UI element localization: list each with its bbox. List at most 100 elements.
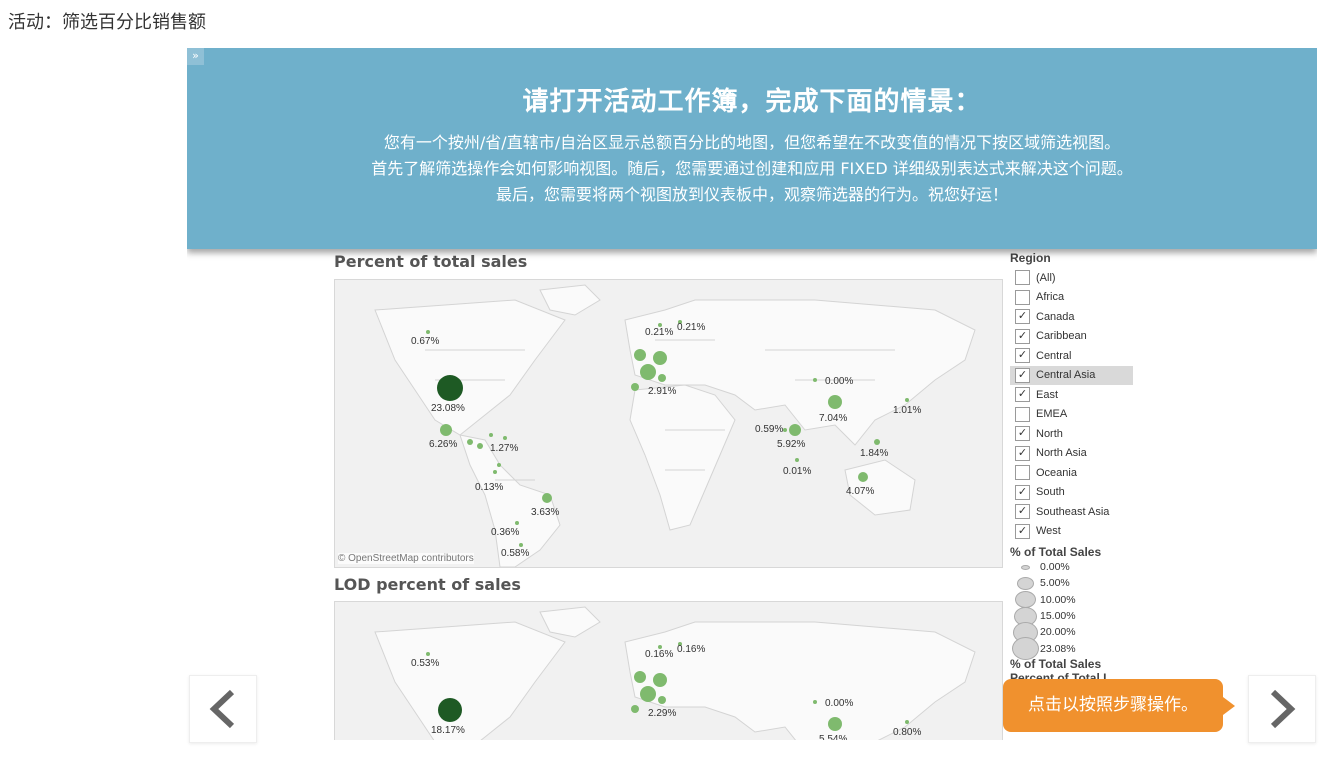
legend-label: 10.00% — [1040, 593, 1076, 606]
region-filter-label: EMEA — [1036, 408, 1068, 421]
map-mark[interactable] — [542, 493, 552, 503]
map-mark[interactable] — [905, 720, 909, 724]
map-mark-label: 0.53% — [411, 658, 439, 669]
checkbox[interactable]: ✓ — [1015, 348, 1030, 364]
checkbox[interactable] — [1015, 406, 1030, 422]
next-button[interactable] — [1248, 675, 1316, 743]
map-mark[interactable] — [503, 436, 507, 440]
map-mark[interactable] — [640, 364, 656, 380]
map-mark[interactable] — [653, 351, 667, 365]
map-mark[interactable] — [631, 383, 639, 391]
region-filter-item[interactable]: EMEA — [1010, 405, 1133, 425]
prev-button[interactable] — [189, 675, 257, 743]
map-mark-label: 0.13% — [475, 482, 503, 493]
region-filter-item[interactable]: ✓ South — [1010, 483, 1133, 503]
map-mark[interactable] — [905, 398, 909, 402]
region-filter-item[interactable]: ✓ West — [1010, 522, 1133, 542]
map-mark[interactable] — [828, 395, 842, 409]
activity-stage: » 请打开活动工作簿，完成下面的情景： 您有一个按州/省/直辖市/自治区显示总额… — [187, 48, 1317, 740]
map-mark[interactable] — [477, 443, 483, 449]
checkbox[interactable]: ✓ — [1015, 309, 1030, 325]
tableau-dashboard: Percent of total sales 0.21% 0.21% 0.67% 2.… — [187, 249, 1317, 740]
map-mark-label: 0.16% — [677, 644, 705, 655]
region-filter-item[interactable]: ✓ North — [1010, 424, 1133, 444]
region-filter-item[interactable]: Oceania — [1010, 463, 1133, 483]
region-filter-item[interactable]: Africa — [1010, 288, 1133, 308]
map-mark[interactable] — [874, 439, 880, 445]
map-mark[interactable] — [634, 349, 646, 361]
map-lod-percent-sales[interactable]: 0.16% 0.16% 0.53% 2.29% 0.00% 18.17% 5.54% 0.80… — [334, 601, 1003, 740]
map-mark[interactable] — [813, 378, 817, 382]
checkbox[interactable] — [1015, 465, 1030, 481]
map-mark[interactable] — [653, 673, 667, 687]
map-mark[interactable] — [658, 696, 666, 704]
map-mark[interactable] — [438, 698, 462, 722]
region-filter-label: Oceania — [1036, 466, 1077, 479]
legend-circle — [1016, 576, 1034, 590]
region-filter-item[interactable]: ✓ Central — [1010, 346, 1133, 366]
checkbox[interactable]: ✓ — [1015, 426, 1030, 442]
map-mark[interactable] — [489, 433, 493, 437]
region-filter-item[interactable]: ✓ Canada — [1010, 307, 1133, 327]
checkbox[interactable]: ✓ — [1015, 523, 1030, 539]
map-mark[interactable] — [426, 652, 430, 656]
map-mark[interactable] — [795, 458, 799, 462]
legend-item: 23.08% — [1010, 637, 1310, 661]
region-filter-item[interactable]: (All) — [1010, 268, 1133, 288]
map-mark[interactable] — [437, 375, 463, 401]
checkbox[interactable] — [1015, 289, 1030, 305]
world-map: 0.21% 0.21% 0.67% 2.91% 0.00% 23.08% 7.04% 1.01… — [374, 284, 976, 567]
map-percent-total-sales[interactable]: 0.21% 0.21% 0.67% 2.91% 0.00% 23.08% 7.04% 1.01… — [334, 279, 1003, 568]
map-mark[interactable] — [813, 700, 817, 704]
map-mark[interactable] — [789, 424, 801, 436]
checkbox[interactable] — [1015, 270, 1030, 286]
map-mark[interactable] — [828, 717, 842, 731]
region-filter-label: Caribbean — [1036, 330, 1087, 343]
region-filter-label: North — [1036, 427, 1063, 440]
region-filter-item[interactable]: ✓ Central Asia — [1010, 365, 1133, 385]
map-mark[interactable] — [658, 374, 666, 382]
region-filter-item[interactable]: ✓ East — [1010, 385, 1133, 405]
expand-button[interactable]: » — [187, 48, 204, 65]
map-mark[interactable] — [440, 424, 452, 436]
map-mark[interactable] — [783, 428, 787, 432]
sheet2-title: LOD percent of sales — [334, 575, 521, 594]
map-mark[interactable] — [426, 330, 430, 334]
map-mark-label: 5.92% — [777, 439, 805, 450]
map-mark[interactable] — [634, 671, 646, 683]
checkbox[interactable]: ✓ — [1015, 504, 1030, 520]
legend-item: 5.00% — [1010, 575, 1310, 591]
legend-item: 0.00% — [1010, 559, 1310, 575]
map-mark[interactable] — [519, 543, 523, 547]
region-filter-label: Africa — [1036, 291, 1065, 304]
checkbox[interactable]: ✓ — [1015, 387, 1030, 403]
checkbox[interactable]: ✓ — [1015, 367, 1030, 383]
banner-line-2: 首先了解筛选操作会如何影响视图。随后，您需要通过创建和应用 FIXED 详细级别… — [371, 159, 1133, 178]
map-mark-label: 3.63% — [531, 507, 559, 518]
map-mark-label: 1.27% — [490, 443, 518, 454]
map-mark[interactable] — [493, 470, 497, 474]
map-mark[interactable] — [640, 686, 656, 702]
map-mark[interactable] — [858, 472, 868, 482]
map-mark-label: 0.00% — [825, 376, 853, 387]
region-filter-item[interactable]: ✓ Caribbean — [1010, 327, 1133, 347]
map-mark[interactable] — [515, 521, 519, 525]
checkbox[interactable]: ✓ — [1015, 328, 1030, 344]
map-mark-label: 0.36% — [491, 527, 519, 538]
legend-label: 15.00% — [1040, 610, 1076, 623]
checkbox[interactable]: ✓ — [1015, 484, 1030, 500]
map-mark-label: 23.08% — [431, 403, 465, 414]
map-mark[interactable] — [467, 439, 473, 445]
region-filter-label: Canada — [1036, 310, 1075, 323]
step-callout[interactable]: 点击以按照步骤操作。 — [1003, 679, 1235, 732]
region-filter-item[interactable]: ✓ Southeast Asia — [1010, 502, 1133, 522]
map-mark[interactable] — [631, 705, 639, 713]
instruction-banner: » 请打开活动工作簿，完成下面的情景： 您有一个按州/省/直辖市/自治区显示总额… — [187, 48, 1317, 249]
legend-label: 20.00% — [1040, 626, 1076, 639]
legend-label: 0.00% — [1040, 561, 1070, 574]
map-mark[interactable] — [497, 463, 501, 467]
map-mark-label: 2.91% — [648, 386, 676, 397]
region-filter-item[interactable]: ✓ North Asia — [1010, 444, 1133, 464]
checkbox[interactable]: ✓ — [1015, 445, 1030, 461]
region-filter: Region (All) Africa ✓ Canada ✓ Caribbean ✓ Cent… — [1010, 249, 1310, 685]
